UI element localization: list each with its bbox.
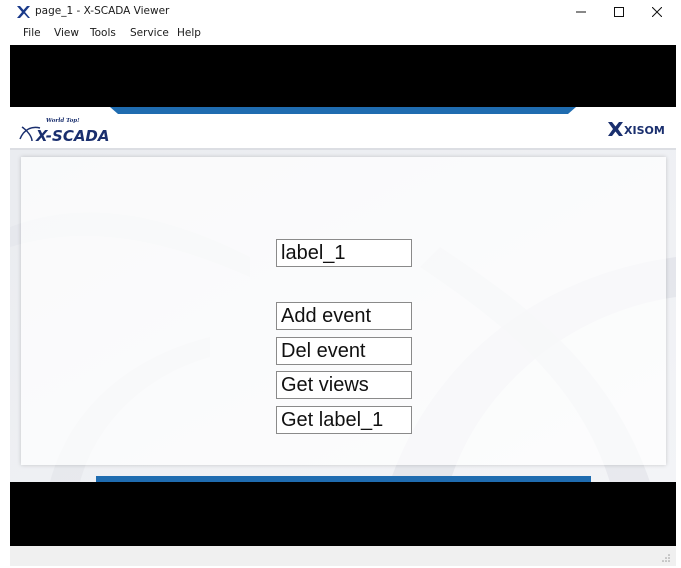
xisom-logo: XISOM	[608, 122, 665, 137]
menu-help[interactable]: Help	[177, 27, 201, 39]
get-label-1-button[interactable]: Get label_1	[276, 406, 412, 434]
x-scada-logo: World Top! X-SCADA	[19, 118, 110, 143]
label-1: label_1	[276, 239, 412, 267]
x-scada-app-icon	[17, 6, 30, 18]
menu-tools[interactable]: Tools	[90, 27, 116, 39]
menu-service[interactable]: Service	[130, 27, 169, 39]
xisom-logo-text: XISOM	[624, 124, 665, 137]
close-icon	[652, 7, 662, 17]
get-views-button[interactable]: Get views	[276, 371, 412, 399]
menu-file[interactable]: File	[23, 27, 41, 39]
logo-text: X-SCADA	[35, 127, 110, 143]
maximize-icon	[614, 7, 624, 17]
del-event-button[interactable]: Del event	[276, 337, 412, 365]
title-bar: page_1 - X-SCADA Viewer	[0, 0, 681, 24]
bottom-black-band	[10, 482, 676, 546]
top-black-band	[10, 45, 676, 107]
header-divider	[10, 148, 676, 150]
minimize-button[interactable]	[566, 0, 596, 24]
minimize-icon	[576, 11, 586, 13]
scada-canvas: World Top! X-SCADA XISOM label_1 Add eve…	[10, 107, 676, 482]
maximize-button[interactable]	[604, 0, 634, 24]
header-strip: World Top! X-SCADA XISOM	[10, 107, 676, 149]
add-event-button[interactable]: Add event	[276, 302, 412, 330]
window-title: page_1 - X-SCADA Viewer	[35, 5, 170, 17]
logo-tagline: World Top!	[46, 118, 80, 124]
menu-bar: File View Tools Service Help	[0, 24, 681, 44]
status-bar	[10, 546, 676, 566]
menu-view[interactable]: View	[54, 27, 79, 39]
close-button[interactable]	[642, 0, 672, 24]
resize-grip-icon[interactable]	[662, 554, 670, 562]
